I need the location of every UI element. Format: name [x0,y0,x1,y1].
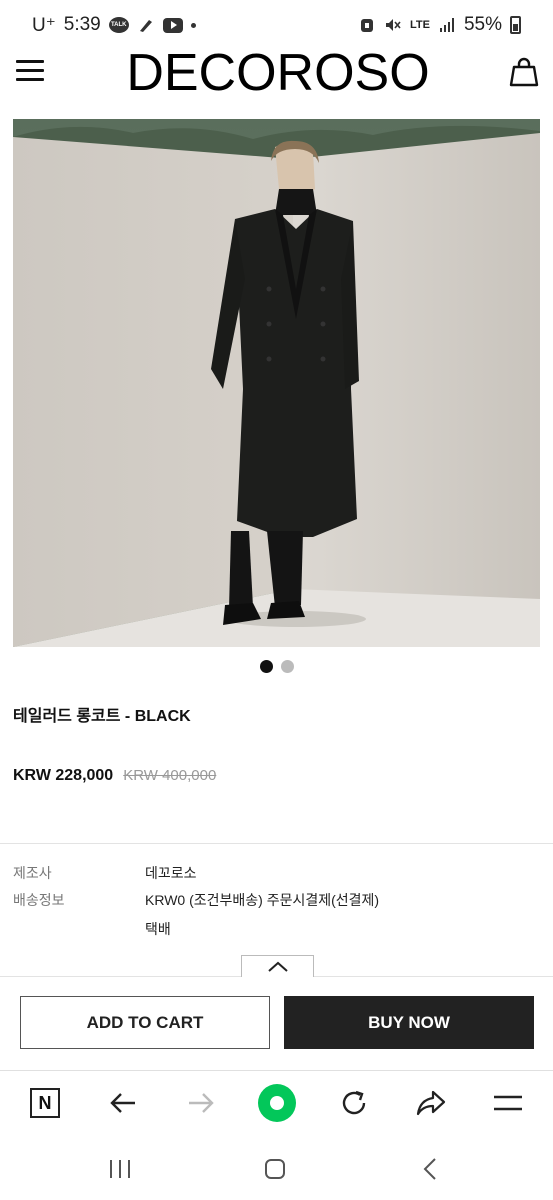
battery-icon [510,16,521,34]
manufacturer-value: 데꼬로소 [145,865,197,881]
mute-icon [386,19,401,31]
sale-price: KRW 228,000 [13,767,114,784]
product-image[interactable] [13,119,540,647]
menu-lines-icon [494,1095,522,1111]
gallery-dot-2[interactable] [280,660,294,673]
talk-icon-label: TALK [110,22,127,28]
browser-menu-button[interactable] [488,1083,528,1123]
forward-button[interactable] [181,1083,221,1123]
recent-apps-icon [110,1160,130,1178]
manufacturer-label: 제조사 [13,865,52,881]
naver-home-icon: N [30,1088,60,1118]
arrow-right-icon [189,1093,214,1113]
pen-icon [139,20,152,32]
youtube-icon [162,17,183,33]
gallery-pagination [0,660,553,673]
share-icon [416,1090,446,1116]
gallery-dot-1[interactable] [259,660,273,673]
green-dot-icon [258,1084,296,1122]
price-row: KRW 228,000 KRW 400,000 [13,767,216,785]
signal-icon [439,18,454,32]
naver-home-button[interactable]: N [25,1083,65,1123]
home-button[interactable] [255,1154,295,1184]
chevron-up-icon [267,961,288,972]
carrier-text: U⁺ [32,14,56,36]
network-type: LTE [410,19,430,31]
product-photo-coat-model [13,119,540,647]
shipping-value: KRW0 (조건부배송) 주문시결제(선결제) [145,892,380,908]
kakaotalk-icon: TALK [108,17,129,33]
chevron-left-icon [423,1158,436,1180]
notification-dot-icon [190,22,196,28]
refresh-icon [342,1090,366,1115]
alarm-icon [361,19,373,32]
hamburger-menu-icon[interactable] [16,60,44,82]
collapse-toggle-button[interactable] [241,955,314,977]
recent-apps-button[interactable] [100,1154,140,1184]
product-title: 테일러드 롱코트 - BLACK [13,708,191,725]
green-dot-button[interactable] [257,1083,297,1123]
shipping-label: 배송정보 [13,892,65,908]
naver-home-label: N [38,1092,52,1113]
site-header: DECOROSO [0,44,553,102]
system-navigation-bar [0,1140,553,1200]
browser-toolbar: N [0,1070,553,1134]
system-back-button[interactable] [410,1154,450,1184]
back-button[interactable] [103,1083,143,1123]
divider [0,843,553,844]
site-logo[interactable]: DECOROSO [108,44,448,102]
shipping-method: 택배 [145,921,171,937]
share-button[interactable] [411,1083,451,1123]
arrow-left-icon [110,1093,135,1113]
clock: 5:39 [63,14,101,35]
reload-button[interactable] [334,1083,374,1123]
status-bar: U⁺ 5:39 TALK LTE 55% [0,0,553,50]
original-price: KRW 400,000 [123,767,217,784]
home-icon [265,1159,285,1179]
shopping-bag-icon[interactable] [509,56,539,88]
buy-now-button[interactable]: BUY NOW [284,996,534,1049]
battery-percent: 55% [463,14,502,35]
add-to-cart-button[interactable]: ADD TO CART [20,996,270,1049]
